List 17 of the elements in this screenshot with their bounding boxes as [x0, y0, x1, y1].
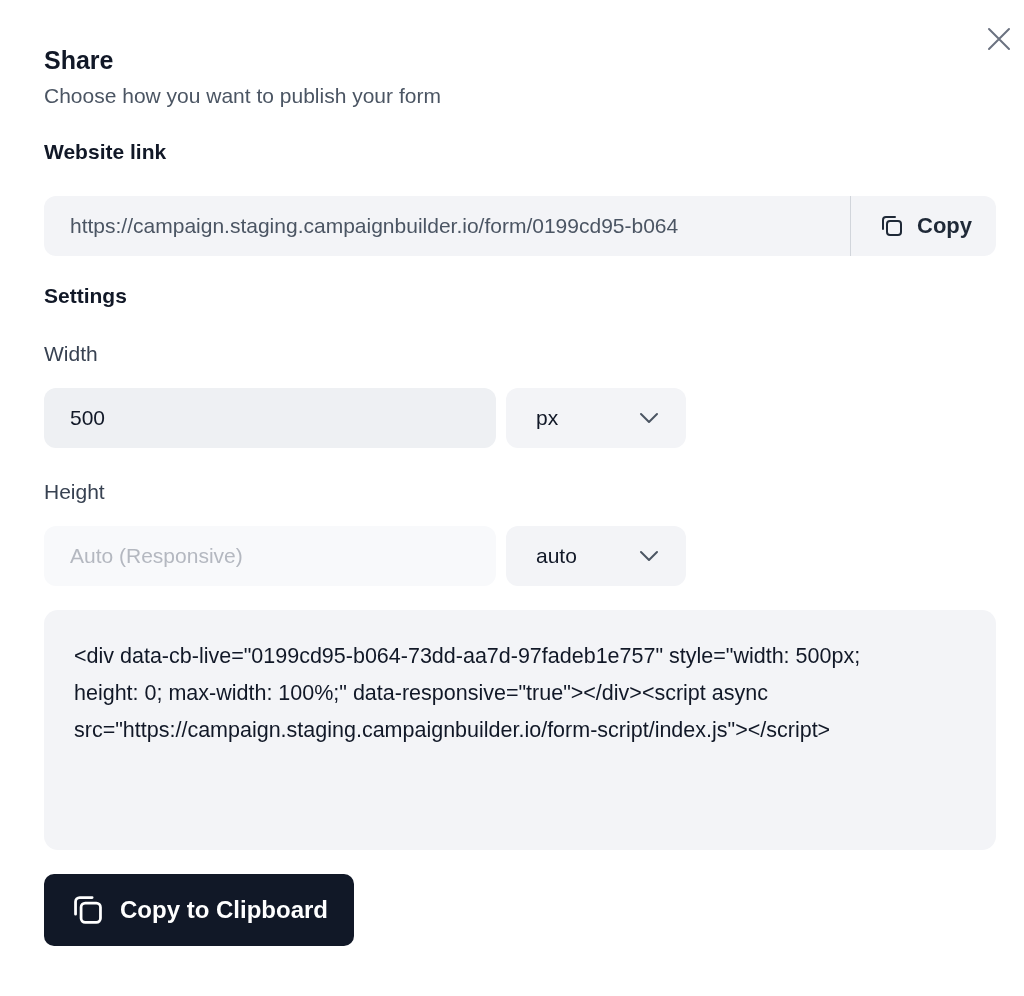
field-label: Height [44, 479, 106, 505]
embed-code-box[interactable]: <div data-cb-live="0199cd95-b064-73dd-aa7d-97fadeb1e757" style="width: 500px; height: 0; max-width: 100%;" data-responsive="true"></div><script async src="https://campaign.staging.campaignbuilder.io/form-script/index.js"></script> [44, 610, 996, 850]
chevron-down-icon [638, 549, 660, 563]
link-field[interactable]: https://campaign.staging.campaignbuilder.io/form/0199cd95-b064 [44, 196, 850, 256]
copy-button[interactable]: Copy [850, 196, 996, 256]
dialog-subtitle: Choose how you want to publish your form [44, 83, 442, 109]
close-button[interactable] [986, 26, 1012, 52]
close-icon [986, 26, 1012, 52]
unit-dropdown[interactable]: px [506, 388, 686, 448]
copy-icon [879, 213, 905, 239]
field-label: Width [44, 341, 99, 367]
section-label: Settings [44, 283, 128, 309]
section-label: Website link [44, 139, 168, 165]
input-field[interactable]: 500 [44, 388, 496, 448]
copy-to-clipboard-button[interactable]: Copy to Clipboard [44, 874, 354, 946]
chevron-down-icon [638, 411, 660, 425]
dialog-title: Share [44, 45, 115, 76]
